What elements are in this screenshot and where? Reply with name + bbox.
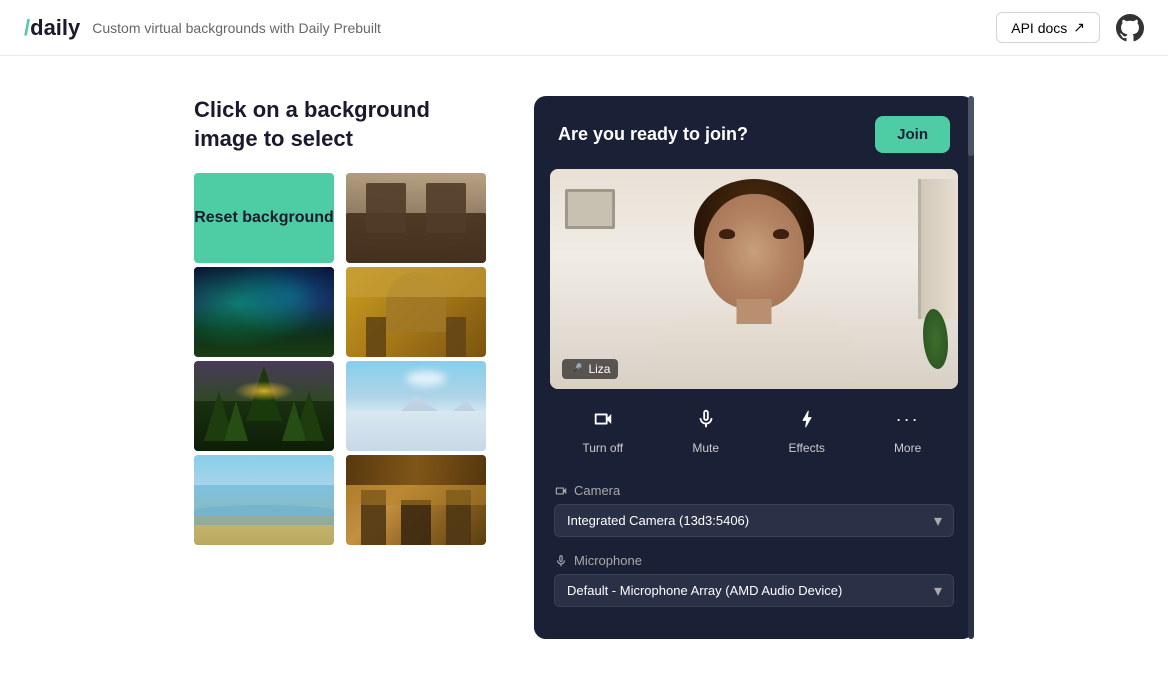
camera-select-wrapper: Integrated Camera (13d3:5406) (554, 504, 954, 537)
mute-label: Mute (692, 441, 719, 455)
turn-off-button[interactable]: Turn off (582, 401, 623, 455)
video-call-panel: Are you ready to join? Join (534, 96, 974, 639)
api-docs-button[interactable]: API docs ↗ (996, 12, 1100, 43)
github-icon[interactable] (1116, 14, 1144, 42)
header-subtitle: Custom virtual backgrounds with Daily Pr… (92, 20, 381, 36)
video-feed (550, 169, 958, 389)
join-prompt: Are you ready to join? (558, 124, 748, 145)
mute-button[interactable]: Mute (688, 401, 724, 455)
microphone-icon (688, 401, 724, 437)
background-beach[interactable] (194, 455, 334, 545)
more-label: More (894, 441, 921, 455)
settings-panel: Camera Integrated Camera (13d3:5406) Mic… (534, 467, 974, 639)
background-cafe[interactable] (346, 173, 486, 263)
camera-label: Camera (554, 483, 954, 498)
background-forest[interactable] (194, 361, 334, 451)
effects-label: Effects (788, 441, 824, 455)
camera-setting: Camera Integrated Camera (13d3:5406) (554, 483, 954, 537)
participant-name-badge: 🎤 Liza (562, 359, 618, 379)
participant-name: Liza (588, 362, 610, 376)
video-area: 🎤 Liza (550, 169, 958, 389)
microphone-select[interactable]: Default - Microphone Array (AMD Audio De… (554, 574, 954, 607)
microphone-select-wrapper: Default - Microphone Array (AMD Audio De… (554, 574, 954, 607)
scroll-thumb (968, 96, 974, 156)
panel-title: Click on a background image to select (194, 96, 494, 153)
main-content: Click on a background image to select Re… (0, 56, 1168, 679)
controls-bar: Turn off Mute Effe (534, 389, 974, 467)
background-mountains[interactable] (346, 361, 486, 451)
effects-icon (789, 401, 825, 437)
call-header: Are you ready to join? Join (534, 96, 974, 169)
header-left: /daily Custom virtual backgrounds with D… (24, 15, 381, 41)
left-panel: Click on a background image to select Re… (194, 96, 494, 545)
background-market[interactable] (346, 455, 486, 545)
background-grid: Reset background (194, 173, 494, 545)
microphone-setting: Microphone Default - Microphone Array (A… (554, 553, 954, 607)
scrollbar[interactable] (968, 96, 974, 639)
right-panel-wrapper: Are you ready to join? Join (534, 96, 974, 639)
background-dining[interactable] (346, 267, 486, 357)
reset-background-button[interactable]: Reset background (194, 173, 334, 263)
more-icon: ··· (890, 401, 926, 437)
join-button[interactable]: Join (875, 116, 950, 153)
header-right: API docs ↗ (996, 12, 1144, 43)
turn-off-label: Turn off (582, 441, 623, 455)
camera-select[interactable]: Integrated Camera (13d3:5406) (554, 504, 954, 537)
effects-button[interactable]: Effects (788, 401, 824, 455)
header: /daily Custom virtual backgrounds with D… (0, 0, 1168, 56)
more-button[interactable]: ··· More (890, 401, 926, 455)
microphone-label: Microphone (554, 553, 954, 568)
background-aurora[interactable] (194, 267, 334, 357)
camera-icon (585, 401, 621, 437)
logo: /daily (24, 15, 80, 41)
external-link-icon: ↗ (1073, 19, 1085, 36)
api-docs-label: API docs (1011, 20, 1067, 36)
microphone-active-icon: 🎤 (570, 364, 582, 375)
